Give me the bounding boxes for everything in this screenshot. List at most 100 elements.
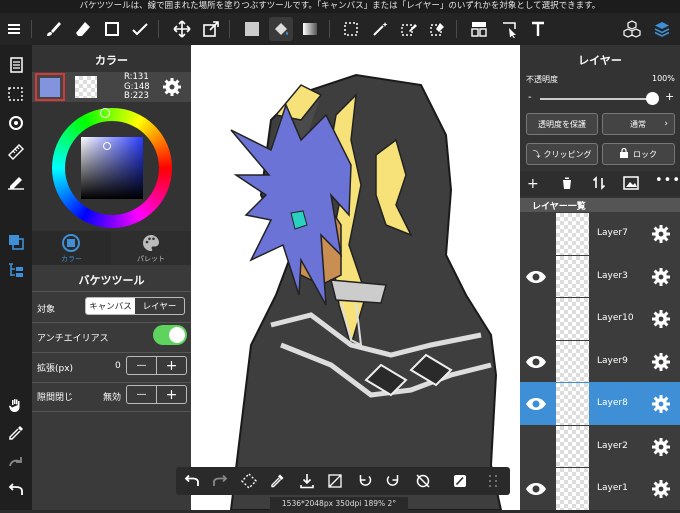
tab-palette[interactable]: パレット (111, 231, 191, 265)
quick-dropper-icon[interactable] (266, 471, 288, 491)
gap-minus-button[interactable]: — (127, 386, 157, 403)
layer-name: Layer10 (597, 313, 634, 323)
visibility-eye-icon[interactable] (525, 268, 547, 286)
move-tool-icon[interactable] (170, 17, 194, 41)
color-panel-icon[interactable] (4, 230, 28, 254)
visibility-eye-icon[interactable] (525, 480, 547, 498)
delete-layer-icon[interactable] (560, 176, 574, 190)
layer-row[interactable]: Layer3 (520, 254, 680, 299)
text-tool-icon[interactable] (526, 17, 550, 41)
operation-tool-icon[interactable] (497, 17, 521, 41)
pages-icon[interactable] (4, 53, 28, 77)
redo-icon[interactable] (4, 450, 28, 474)
quick-save-icon[interactable] (296, 471, 318, 491)
gradient-tool-icon[interactable] (298, 17, 322, 41)
layer-panel-title: レイヤー (578, 54, 622, 67)
visibility-eye-icon[interactable] (525, 395, 547, 413)
target-canvas-button[interactable]: キャンバス (86, 298, 135, 314)
quick-transform-icon[interactable] (238, 471, 260, 491)
menu-icon[interactable] (2, 17, 26, 41)
image-import-icon[interactable] (623, 175, 639, 191)
character-artwork (229, 73, 503, 511)
select-eraser-icon[interactable] (426, 17, 450, 41)
layers-icon[interactable] (650, 17, 674, 41)
layer-name: Layer8 (597, 398, 628, 408)
layer-row[interactable]: Layer1 (520, 467, 680, 511)
layer-row[interactable]: Layer10 (520, 297, 680, 341)
layer-row[interactable]: Layer2 (520, 424, 680, 469)
opacity-value: 100% (652, 74, 675, 83)
rotate-view-icon[interactable] (4, 111, 28, 135)
snap-icon[interactable] (4, 169, 28, 193)
transform-tool-icon[interactable] (199, 17, 223, 41)
opacity-plus[interactable]: + (665, 90, 674, 103)
layer-settings-gear-icon[interactable] (651, 394, 671, 414)
frame-tool-icon[interactable] (467, 17, 491, 41)
saturation-square[interactable] (81, 137, 143, 199)
layer-settings-gear-icon[interactable] (651, 224, 671, 244)
clipping-button[interactable]: ⤵ クリッピング (526, 143, 598, 165)
layer-settings-gear-icon[interactable] (651, 352, 671, 372)
materials-icon[interactable] (620, 17, 644, 41)
select-tool-icon[interactable] (339, 17, 363, 41)
drawing-canvas[interactable] (191, 45, 520, 511)
layer-thumbnail (556, 213, 589, 255)
tab-color[interactable]: カラー (32, 231, 111, 265)
visibility-hidden-icon[interactable] (525, 310, 547, 328)
ruler-icon[interactable] (4, 140, 28, 164)
hue-marker[interactable] (100, 108, 110, 118)
visibility-eye-icon[interactable] (525, 353, 547, 371)
blend-mode-button[interactable]: 通常 › (602, 113, 675, 135)
quick-undo-icon[interactable] (181, 471, 203, 491)
canvas-info: 1536*2048px 350dpi 189% 2° (270, 497, 408, 510)
gap-plus-button[interactable]: + (157, 386, 186, 403)
visibility-hidden-icon[interactable] (525, 438, 547, 456)
layer-row[interactable]: Layer9 (520, 339, 680, 384)
opacity-slider-track[interactable] (540, 98, 652, 100)
protect-alpha-button[interactable]: 透明度を保護 (526, 113, 598, 135)
visibility-hidden-icon[interactable] (525, 225, 547, 243)
layer-settings-gear-icon[interactable] (651, 479, 671, 499)
quick-reset-rotation-icon[interactable] (412, 471, 434, 491)
layer-settings-gear-icon[interactable] (651, 309, 671, 329)
quick-clear-icon[interactable] (324, 471, 346, 491)
quick-rotate-left-icon[interactable] (354, 471, 376, 491)
layer-settings-gear-icon[interactable] (651, 437, 671, 457)
main-color-swatch[interactable] (35, 73, 65, 101)
layer-list-icon[interactable] (4, 258, 28, 282)
target-layer-button[interactable]: レイヤー (135, 298, 184, 314)
bucket-tool-icon[interactable] (269, 17, 293, 41)
opacity-minus[interactable]: - (528, 92, 532, 103)
eyedropper-icon[interactable] (4, 421, 28, 445)
selection-area-icon[interactable] (4, 82, 28, 106)
expand-plus-button[interactable]: + (157, 357, 186, 374)
hand-tool-icon[interactable] (4, 393, 28, 417)
antialias-toggle[interactable] (153, 325, 187, 345)
shape-tool-icon[interactable] (100, 17, 124, 41)
layer-settings-gear-icon[interactable] (651, 267, 671, 287)
quick-brush-icon[interactable] (449, 471, 471, 491)
color-picker-marker[interactable] (103, 142, 111, 150)
quick-grid-icon[interactable] (482, 471, 504, 491)
expand-minus-button[interactable]: — (127, 357, 157, 374)
correction-tool-icon[interactable] (128, 17, 152, 41)
sub-color-swatch[interactable] (75, 76, 97, 98)
layer-row[interactable]: Layer7 (520, 212, 680, 256)
select-pen-icon[interactable] (397, 17, 421, 41)
fill-color-icon[interactable] (240, 17, 264, 41)
undo-icon[interactable] (4, 478, 28, 502)
sort-layer-icon[interactable] (592, 176, 606, 190)
more-options-icon[interactable]: ••• (655, 173, 680, 188)
opacity-slider-thumb[interactable] (646, 92, 659, 105)
gap-close-stepper: — + (126, 385, 187, 404)
layer-row[interactable]: Layer8 (520, 382, 680, 426)
add-layer-icon[interactable]: + (527, 176, 539, 192)
quick-rotate-right-icon[interactable] (382, 471, 404, 491)
color-panel: カラー R:131 G:148 B:223 カラー パレット (32, 45, 191, 265)
lock-button[interactable]: ロック (602, 143, 675, 165)
eraser-tool-icon[interactable] (71, 17, 95, 41)
brush-tool-icon[interactable] (41, 17, 65, 41)
quick-redo-icon[interactable] (209, 471, 231, 491)
magic-wand-icon[interactable] (368, 17, 392, 41)
color-settings-gear-icon[interactable] (162, 77, 182, 97)
